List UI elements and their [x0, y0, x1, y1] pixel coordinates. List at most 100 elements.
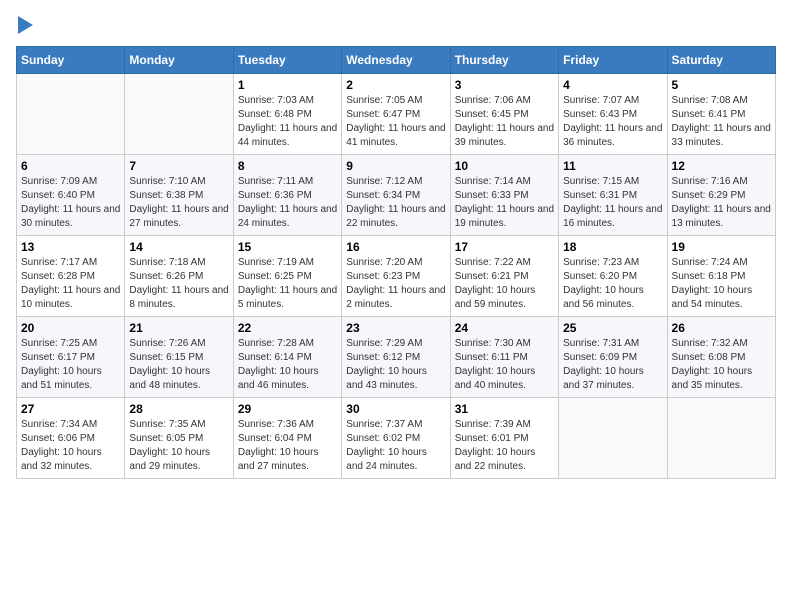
day-info: Sunrise: 7:28 AM Sunset: 6:14 PM Dayligh…	[238, 337, 337, 393]
day-number: 20	[21, 321, 120, 335]
calendar-cell: 11 Sunrise: 7:15 AM Sunset: 6:31 PM Dayli…	[559, 155, 667, 236]
day-info: Sunrise: 7:11 AM Sunset: 6:36 PM Dayligh…	[238, 175, 337, 231]
day-number: 2	[346, 78, 445, 92]
calendar-cell: 4 Sunrise: 7:07 AM Sunset: 6:43 PM Daylig…	[559, 74, 667, 155]
day-info: Sunrise: 7:35 AM Sunset: 6:05 PM Dayligh…	[129, 418, 228, 474]
calendar-cell	[667, 398, 775, 479]
calendar-week-row: 13 Sunrise: 7:17 AM Sunset: 6:28 PM Dayli…	[17, 236, 776, 317]
day-number: 30	[346, 402, 445, 416]
day-number: 29	[238, 402, 337, 416]
day-info: Sunrise: 7:31 AM Sunset: 6:09 PM Dayligh…	[563, 337, 662, 393]
calendar-header-sunday: Sunday	[17, 47, 125, 74]
day-number: 22	[238, 321, 337, 335]
calendar-cell: 26 Sunrise: 7:32 AM Sunset: 6:08 PM Dayli…	[667, 317, 775, 398]
day-info: Sunrise: 7:07 AM Sunset: 6:43 PM Dayligh…	[563, 94, 662, 150]
calendar-cell: 9 Sunrise: 7:12 AM Sunset: 6:34 PM Daylig…	[342, 155, 450, 236]
day-number: 8	[238, 159, 337, 173]
day-number: 27	[21, 402, 120, 416]
day-number: 11	[563, 159, 662, 173]
day-info: Sunrise: 7:06 AM Sunset: 6:45 PM Dayligh…	[455, 94, 554, 150]
day-info: Sunrise: 7:10 AM Sunset: 6:38 PM Dayligh…	[129, 175, 228, 231]
calendar-cell: 5 Sunrise: 7:08 AM Sunset: 6:41 PM Daylig…	[667, 74, 775, 155]
day-info: Sunrise: 7:17 AM Sunset: 6:28 PM Dayligh…	[21, 256, 120, 312]
day-info: Sunrise: 7:08 AM Sunset: 6:41 PM Dayligh…	[672, 94, 771, 150]
calendar-week-row: 27 Sunrise: 7:34 AM Sunset: 6:06 PM Dayli…	[17, 398, 776, 479]
calendar-cell: 25Sunrise: 7:31 AM Sunset: 6:09 PM Dayli…	[559, 317, 667, 398]
day-number: 23	[346, 321, 445, 335]
calendar-week-row: 1 Sunrise: 7:03 AM Sunset: 6:48 PM Daylig…	[17, 74, 776, 155]
calendar-cell: 8 Sunrise: 7:11 AM Sunset: 6:36 PM Daylig…	[233, 155, 341, 236]
calendar-cell: 29 Sunrise: 7:36 AM Sunset: 6:04 PM Dayli…	[233, 398, 341, 479]
day-number: 24	[455, 321, 554, 335]
calendar-cell: 10 Sunrise: 7:14 AM Sunset: 6:33 PM Dayli…	[450, 155, 558, 236]
calendar-header-wednesday: Wednesday	[342, 47, 450, 74]
calendar-header-thursday: Thursday	[450, 47, 558, 74]
day-info: Sunrise: 7:22 AM Sunset: 6:21 PM Dayligh…	[455, 256, 554, 312]
calendar-cell: 23Sunrise: 7:29 AM Sunset: 6:12 PM Dayli…	[342, 317, 450, 398]
logo	[16, 16, 33, 34]
day-number: 4	[563, 78, 662, 92]
calendar-cell: 14 Sunrise: 7:18 AM Sunset: 6:26 PM Dayli…	[125, 236, 233, 317]
calendar-cell	[559, 398, 667, 479]
day-info: Sunrise: 7:24 AM Sunset: 6:18 PM Dayligh…	[672, 256, 771, 312]
calendar-cell: 6 Sunrise: 7:09 AM Sunset: 6:40 PM Daylig…	[17, 155, 125, 236]
calendar-cell: 20 Sunrise: 7:25 AM Sunset: 6:17 PM Dayli…	[17, 317, 125, 398]
calendar-cell: 24Sunrise: 7:30 AM Sunset: 6:11 PM Dayli…	[450, 317, 558, 398]
day-info: Sunrise: 7:37 AM Sunset: 6:02 PM Dayligh…	[346, 418, 445, 474]
logo-arrow-icon	[18, 16, 33, 34]
day-number: 9	[346, 159, 445, 173]
day-number: 16	[346, 240, 445, 254]
calendar-cell: 31Sunrise: 7:39 AM Sunset: 6:01 PM Dayli…	[450, 398, 558, 479]
day-number: 31	[455, 402, 554, 416]
day-info: Sunrise: 7:14 AM Sunset: 6:33 PM Dayligh…	[455, 175, 554, 231]
calendar-cell: 12Sunrise: 7:16 AM Sunset: 6:29 PM Dayli…	[667, 155, 775, 236]
calendar-cell: 15 Sunrise: 7:19 AM Sunset: 6:25 PM Dayli…	[233, 236, 341, 317]
day-number: 7	[129, 159, 228, 173]
calendar-week-row: 6 Sunrise: 7:09 AM Sunset: 6:40 PM Daylig…	[17, 155, 776, 236]
day-number: 1	[238, 78, 337, 92]
day-info: Sunrise: 7:19 AM Sunset: 6:25 PM Dayligh…	[238, 256, 337, 312]
calendar-cell: 3 Sunrise: 7:06 AM Sunset: 6:45 PM Daylig…	[450, 74, 558, 155]
calendar-cell: 27 Sunrise: 7:34 AM Sunset: 6:06 PM Dayli…	[17, 398, 125, 479]
day-number: 19	[672, 240, 771, 254]
calendar-cell: 22 Sunrise: 7:28 AM Sunset: 6:14 PM Dayli…	[233, 317, 341, 398]
calendar-header-friday: Friday	[559, 47, 667, 74]
day-info: Sunrise: 7:34 AM Sunset: 6:06 PM Dayligh…	[21, 418, 120, 474]
calendar-header-saturday: Saturday	[667, 47, 775, 74]
calendar-cell	[125, 74, 233, 155]
day-info: Sunrise: 7:18 AM Sunset: 6:26 PM Dayligh…	[129, 256, 228, 312]
day-info: Sunrise: 7:36 AM Sunset: 6:04 PM Dayligh…	[238, 418, 337, 474]
calendar-cell: 16Sunrise: 7:20 AM Sunset: 6:23 PM Dayli…	[342, 236, 450, 317]
calendar-table: SundayMondayTuesdayWednesdayThursdayFrid…	[16, 46, 776, 479]
day-number: 18	[563, 240, 662, 254]
day-number: 21	[129, 321, 228, 335]
day-number: 28	[129, 402, 228, 416]
calendar-header-tuesday: Tuesday	[233, 47, 341, 74]
calendar-header-row: SundayMondayTuesdayWednesdayThursdayFrid…	[17, 47, 776, 74]
day-info: Sunrise: 7:25 AM Sunset: 6:17 PM Dayligh…	[21, 337, 120, 393]
day-number: 10	[455, 159, 554, 173]
day-info: Sunrise: 7:32 AM Sunset: 6:08 PM Dayligh…	[672, 337, 771, 393]
calendar-cell: 2Sunrise: 7:05 AM Sunset: 6:47 PM Daylig…	[342, 74, 450, 155]
calendar-cell: 28 Sunrise: 7:35 AM Sunset: 6:05 PM Dayli…	[125, 398, 233, 479]
day-number: 13	[21, 240, 120, 254]
day-info: Sunrise: 7:12 AM Sunset: 6:34 PM Dayligh…	[346, 175, 445, 231]
calendar-cell: 1 Sunrise: 7:03 AM Sunset: 6:48 PM Daylig…	[233, 74, 341, 155]
day-info: Sunrise: 7:09 AM Sunset: 6:40 PM Dayligh…	[21, 175, 120, 231]
calendar-cell	[17, 74, 125, 155]
calendar-cell: 18Sunrise: 7:23 AM Sunset: 6:20 PM Dayli…	[559, 236, 667, 317]
day-number: 6	[21, 159, 120, 173]
day-number: 5	[672, 78, 771, 92]
day-number: 14	[129, 240, 228, 254]
day-number: 3	[455, 78, 554, 92]
page-header	[16, 16, 776, 34]
day-number: 26	[672, 321, 771, 335]
calendar-cell: 21 Sunrise: 7:26 AM Sunset: 6:15 PM Dayli…	[125, 317, 233, 398]
day-info: Sunrise: 7:15 AM Sunset: 6:31 PM Dayligh…	[563, 175, 662, 231]
day-number: 15	[238, 240, 337, 254]
calendar-cell: 30 Sunrise: 7:37 AM Sunset: 6:02 PM Dayli…	[342, 398, 450, 479]
day-info: Sunrise: 7:26 AM Sunset: 6:15 PM Dayligh…	[129, 337, 228, 393]
calendar-cell: 7 Sunrise: 7:10 AM Sunset: 6:38 PM Daylig…	[125, 155, 233, 236]
day-info: Sunrise: 7:16 AM Sunset: 6:29 PM Dayligh…	[672, 175, 771, 231]
day-info: Sunrise: 7:03 AM Sunset: 6:48 PM Dayligh…	[238, 94, 337, 150]
